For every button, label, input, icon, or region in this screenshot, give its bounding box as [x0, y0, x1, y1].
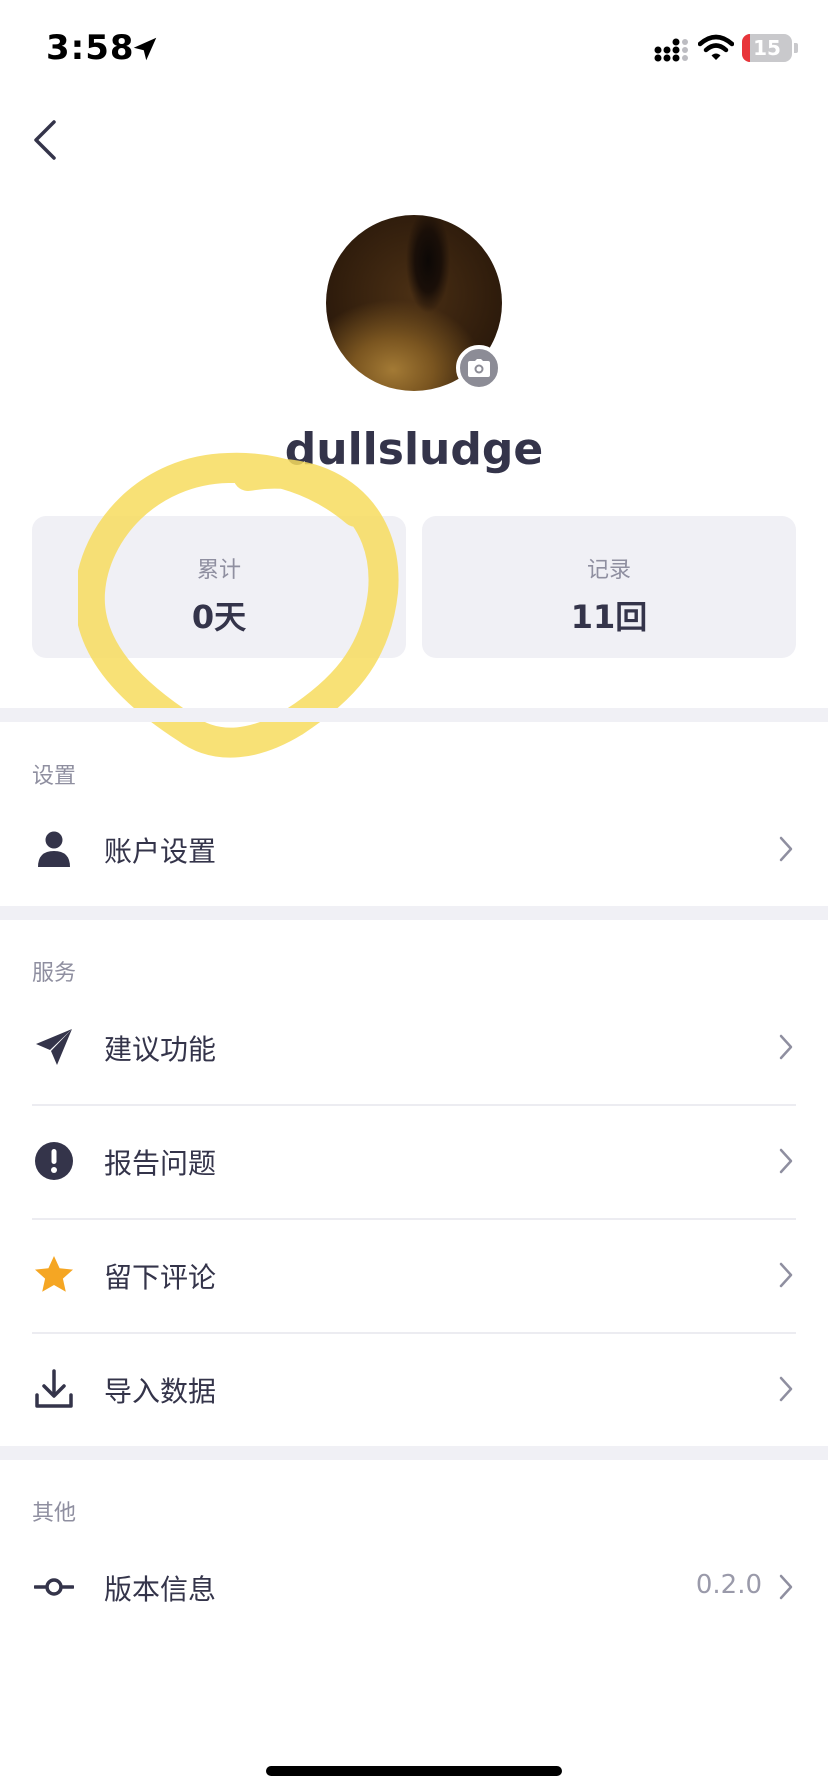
stat-value: 11回	[570, 598, 648, 636]
chevron-right-icon	[779, 1034, 793, 1060]
battery-level: 15	[753, 36, 781, 60]
menu-item-version-info[interactable]: 版本信息 0.2.0	[0, 1530, 828, 1644]
commit-icon	[34, 1578, 74, 1596]
section-divider	[0, 906, 828, 920]
chevron-right-icon	[779, 1262, 793, 1288]
camera-icon	[468, 359, 490, 377]
menu-item-label: 版本信息	[104, 1573, 217, 1606]
stat-card-cumulative: 累计 0天	[32, 516, 406, 658]
menu-item-suggest-feature[interactable]: 建议功能	[0, 990, 828, 1104]
section-divider	[0, 708, 828, 722]
username: dullsludge	[284, 424, 544, 475]
chevron-right-icon	[779, 836, 793, 862]
menu-item-label: 导入数据	[104, 1375, 217, 1408]
back-button[interactable]	[22, 116, 70, 164]
section-title-settings: 设置	[32, 764, 77, 789]
menu-item-label: 留下评论	[104, 1261, 217, 1294]
chevron-left-icon	[34, 120, 56, 160]
version-value: 0.2.0	[695, 1570, 762, 1600]
exclamation-circle-icon	[35, 1142, 73, 1180]
download-icon	[35, 1369, 73, 1408]
menu-item-label: 建议功能	[104, 1033, 217, 1066]
battery-cap	[794, 43, 798, 53]
star-icon	[35, 1256, 73, 1292]
section-title-services: 服务	[32, 961, 77, 986]
chevron-right-icon	[779, 1376, 793, 1402]
status-time: 3:58	[46, 28, 135, 68]
stat-value: 0天	[191, 598, 247, 636]
chevron-right-icon	[779, 1574, 793, 1600]
person-icon	[38, 831, 70, 867]
location-arrow-icon	[133, 37, 157, 61]
battery-icon: 15	[742, 34, 792, 62]
paper-plane-icon	[36, 1029, 72, 1065]
menu-item-label: 账户设置	[104, 835, 217, 868]
menu-item-leave-review[interactable]: 留下评论	[0, 1218, 828, 1332]
stat-label: 累计	[196, 558, 241, 583]
home-indicator[interactable]	[266, 1766, 562, 1776]
chevron-right-icon	[779, 1148, 793, 1174]
section-divider	[0, 1446, 828, 1460]
change-avatar-button[interactable]	[456, 345, 502, 391]
menu-item-account-settings[interactable]: 账户设置	[0, 792, 828, 906]
menu-item-label: 报告问题	[104, 1147, 217, 1180]
cellular-signal-icon	[654, 38, 688, 62]
menu-item-import-data[interactable]: 导入数据	[0, 1332, 828, 1446]
wifi-icon	[698, 34, 734, 60]
stat-card-records: 记录 11回	[422, 516, 796, 658]
stat-label: 记录	[586, 558, 631, 583]
menu-item-report-issue[interactable]: 报告问题	[0, 1104, 828, 1218]
status-bar: 3:58 15	[0, 0, 828, 100]
section-title-other: 其他	[32, 1501, 77, 1526]
